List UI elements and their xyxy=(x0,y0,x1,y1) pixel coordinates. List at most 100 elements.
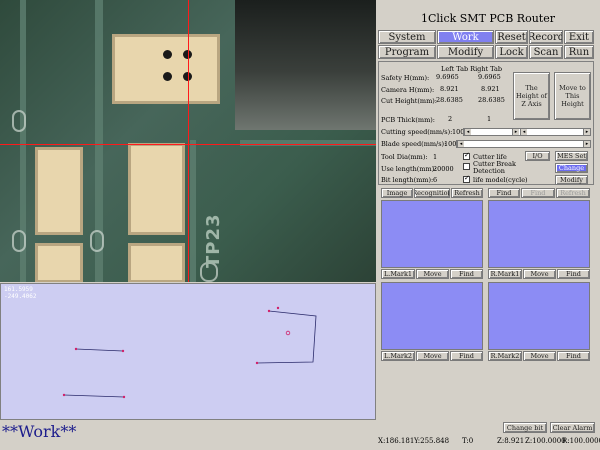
cut-path xyxy=(63,394,125,398)
cutter-break-label: Cutter Break Detection xyxy=(473,160,516,175)
menu-exit-button[interactable]: Exit xyxy=(564,30,594,44)
safety-h-right[interactable]: 9.6965 xyxy=(478,73,501,81)
right-mark1-view[interactable] xyxy=(488,200,590,268)
l-mark2-find-button[interactable]: Find xyxy=(450,351,483,361)
move-to-height-button[interactable]: Move to This Height xyxy=(554,72,591,120)
menu-scan-button[interactable]: Scan xyxy=(529,45,563,59)
slider-left-icon[interactable]: ◂ xyxy=(457,141,464,147)
pcb-thick-label: PCB Thick(mm): xyxy=(381,116,435,124)
cut-height-label: Cut Height(mm): xyxy=(381,97,437,105)
life-model-checkbox[interactable] xyxy=(463,174,470,183)
pcb-trace xyxy=(240,140,376,146)
menu-run-button[interactable]: Run xyxy=(564,45,594,59)
height-z-axis-button[interactable]: The Height of Z Axis xyxy=(513,72,550,120)
left-mark2-view[interactable] xyxy=(381,282,483,350)
camera-h-label: Camera H(mm): xyxy=(381,86,435,94)
find-right-button[interactable]: Find xyxy=(488,188,520,198)
solder-pad xyxy=(35,147,83,235)
change-bit-button[interactable]: Change bit xyxy=(503,422,547,433)
r-mark1-button[interactable]: R.Mark1 xyxy=(488,269,522,279)
cutting-speed-label: Cutting speed(mm/s): xyxy=(381,128,453,136)
menu-modify-button[interactable]: Modify xyxy=(437,45,494,59)
path-point xyxy=(255,361,259,365)
menu-reset-button[interactable]: Reset xyxy=(495,30,528,44)
path-preview[interactable]: 161.5959 -249.4062 xyxy=(0,283,376,420)
clear-alarm-button[interactable]: Clear Alarm xyxy=(550,422,595,433)
via-hole xyxy=(163,72,172,81)
status-bar: **Work** Change bit Clear Alarm X:186.18… xyxy=(0,420,600,450)
z1-readout: Z:100.0000 xyxy=(525,437,566,445)
solder-pad xyxy=(35,243,83,282)
l-mark1-find-button[interactable]: Find xyxy=(450,269,483,279)
r-mark2-find-button[interactable]: Find xyxy=(557,351,590,361)
silkscreen-label: TP23 xyxy=(203,213,224,268)
cut-height-left[interactable]: 28.6385 xyxy=(436,96,463,104)
pcb-trace xyxy=(190,140,196,282)
use-length-value[interactable]: 20000 xyxy=(433,165,454,173)
silk-link xyxy=(12,110,26,132)
r-mark1-find-button[interactable]: Find xyxy=(557,269,590,279)
r-mark1-move-button[interactable]: Move xyxy=(523,269,556,279)
slider-right-icon[interactable]: ▸ xyxy=(583,129,590,135)
slider-left-icon[interactable]: ◂ xyxy=(464,129,471,135)
safety-h-left[interactable]: 9.6965 xyxy=(436,73,459,81)
blade-speed-label: Blade speed(mm/s): xyxy=(381,140,447,148)
mes-set-button[interactable]: MES Set xyxy=(555,151,588,161)
solder-pad xyxy=(128,243,185,282)
cut-path xyxy=(75,348,124,352)
path-point xyxy=(74,347,78,351)
menu-lock-button[interactable]: Lock xyxy=(495,45,528,59)
path-cursor xyxy=(285,330,291,336)
image-button[interactable]: Image xyxy=(381,188,413,198)
silk-link xyxy=(12,230,26,252)
slider-thumb-icon[interactable]: ◂ xyxy=(520,129,527,135)
find-disabled-button[interactable]: Find xyxy=(521,188,555,198)
l-mark2-button[interactable]: L.Mark2 xyxy=(381,351,415,361)
camera-view[interactable]: TP23 xyxy=(0,0,376,282)
change-button[interactable]: Change xyxy=(555,163,588,173)
path-point xyxy=(62,393,66,397)
safety-h-label: Safety H(mm): xyxy=(381,74,430,82)
io-button[interactable]: I/O xyxy=(525,151,550,161)
z-readout: Z:8.921 xyxy=(497,437,525,445)
recognition-button[interactable]: Recognition xyxy=(414,188,450,198)
pcb-thick-right[interactable]: 1 xyxy=(487,115,491,123)
tab-header: Left Tab Right Tab xyxy=(441,65,503,73)
cutter-break-checkbox[interactable] xyxy=(463,163,470,170)
left-mark1-view[interactable] xyxy=(381,200,483,268)
cut-height-right[interactable]: 28.6385 xyxy=(478,96,505,104)
solder-pad xyxy=(128,143,185,235)
solder-pad xyxy=(112,34,220,104)
l-mark2-move-button[interactable]: Move xyxy=(416,351,449,361)
refresh-disabled-button[interactable]: Refresh xyxy=(556,188,590,198)
slider-thumb[interactable]: ▸ xyxy=(512,129,519,135)
app-title: 1Click SMT PCB Router xyxy=(421,12,555,25)
menu-system-button[interactable]: System xyxy=(378,30,436,44)
right-mark2-view[interactable] xyxy=(488,282,590,350)
y-readout: Y:255.848 xyxy=(414,437,450,445)
crosshair-vertical xyxy=(188,0,189,282)
refresh-left-button[interactable]: Refresh xyxy=(451,188,483,198)
x-readout: X:186.181 xyxy=(378,437,415,445)
path-point xyxy=(267,309,271,313)
menu-program-button[interactable]: Program xyxy=(378,45,436,59)
use-length-label: Use length(mm): xyxy=(381,165,437,173)
camera-h-right[interactable]: 8.921 xyxy=(481,85,500,93)
slider-right-icon[interactable]: ▸ xyxy=(583,141,590,147)
bit-length-value[interactable]: 6 xyxy=(433,176,437,184)
cutter-life-checkbox[interactable] xyxy=(463,151,470,160)
r-mark2-move-button[interactable]: Move xyxy=(523,351,556,361)
l-mark1-move-button[interactable]: Move xyxy=(416,269,449,279)
pcb-thick-left[interactable]: 2 xyxy=(448,115,452,123)
l-mark1-button[interactable]: L.Mark1 xyxy=(381,269,415,279)
tool-dia-value[interactable]: 1 xyxy=(433,153,437,161)
r-mark2-button[interactable]: R.Mark2 xyxy=(488,351,522,361)
mode-label: **Work** xyxy=(2,422,77,441)
camera-h-left[interactable]: 8.921 xyxy=(440,85,459,93)
menu-work-button[interactable]: Work xyxy=(437,30,494,44)
modify-button[interactable]: Modify xyxy=(555,175,588,185)
cutting-speed-slider[interactable]: ◂ ▸ ◂ ▸ xyxy=(463,128,591,136)
blade-speed-slider[interactable]: ◂ ▸ xyxy=(456,140,591,148)
life-model-label: life model(cycle) xyxy=(473,176,528,184)
menu-record-button[interactable]: Record xyxy=(529,30,563,44)
